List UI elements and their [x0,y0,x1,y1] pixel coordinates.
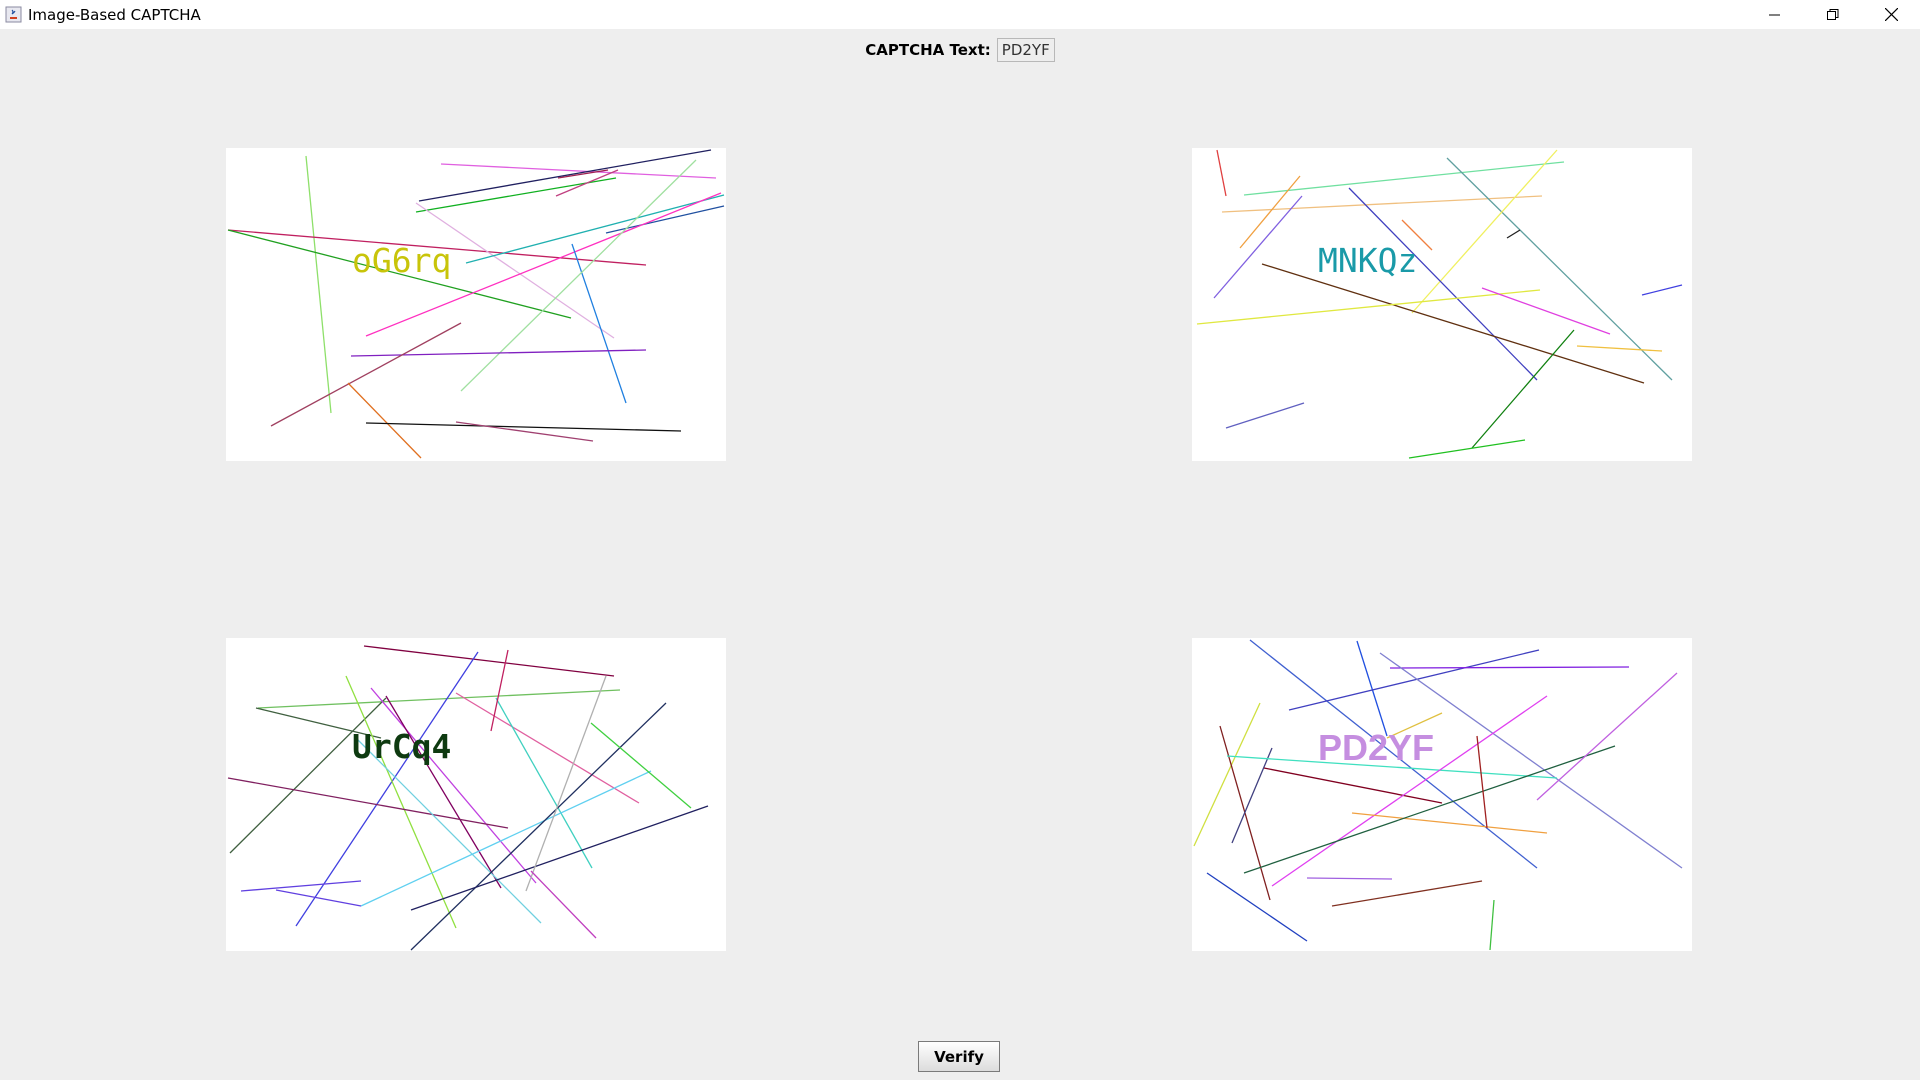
captcha-text-row: CAPTCHA Text: PD2YF [0,38,1920,62]
close-button[interactable] [1862,0,1920,29]
verify-button[interactable]: Verify [918,1041,1000,1072]
title-bar: Image-Based CAPTCHA [0,0,1920,29]
restore-icon [1827,8,1839,20]
close-icon [1884,8,1898,21]
minimize-icon [1769,14,1780,15]
captcha-word: MNKQz [1318,241,1418,280]
captcha-word: UrCq4 [352,727,452,766]
captcha-image-3[interactable]: UrCq4 [226,638,726,951]
java-app-icon [5,6,22,23]
captcha-image-2[interactable]: MNKQz [1192,148,1692,461]
captcha-word: PD2YF [1318,727,1435,768]
captcha-word: oG6rq [352,241,452,280]
captcha-image-1[interactable]: oG6rq [226,148,726,461]
minimize-button[interactable] [1746,0,1804,29]
noise-lines [227,149,725,459]
restore-button[interactable] [1804,0,1862,29]
noise-lines [227,645,709,951]
noise-lines [1196,149,1683,459]
captcha-image-4[interactable]: PD2YF [1192,638,1692,951]
captcha-text-label: CAPTCHA Text: [865,41,991,59]
window-title: Image-Based CAPTCHA [28,5,201,24]
captcha-text-field: PD2YF [996,38,1055,62]
noise-lines [1193,639,1683,951]
